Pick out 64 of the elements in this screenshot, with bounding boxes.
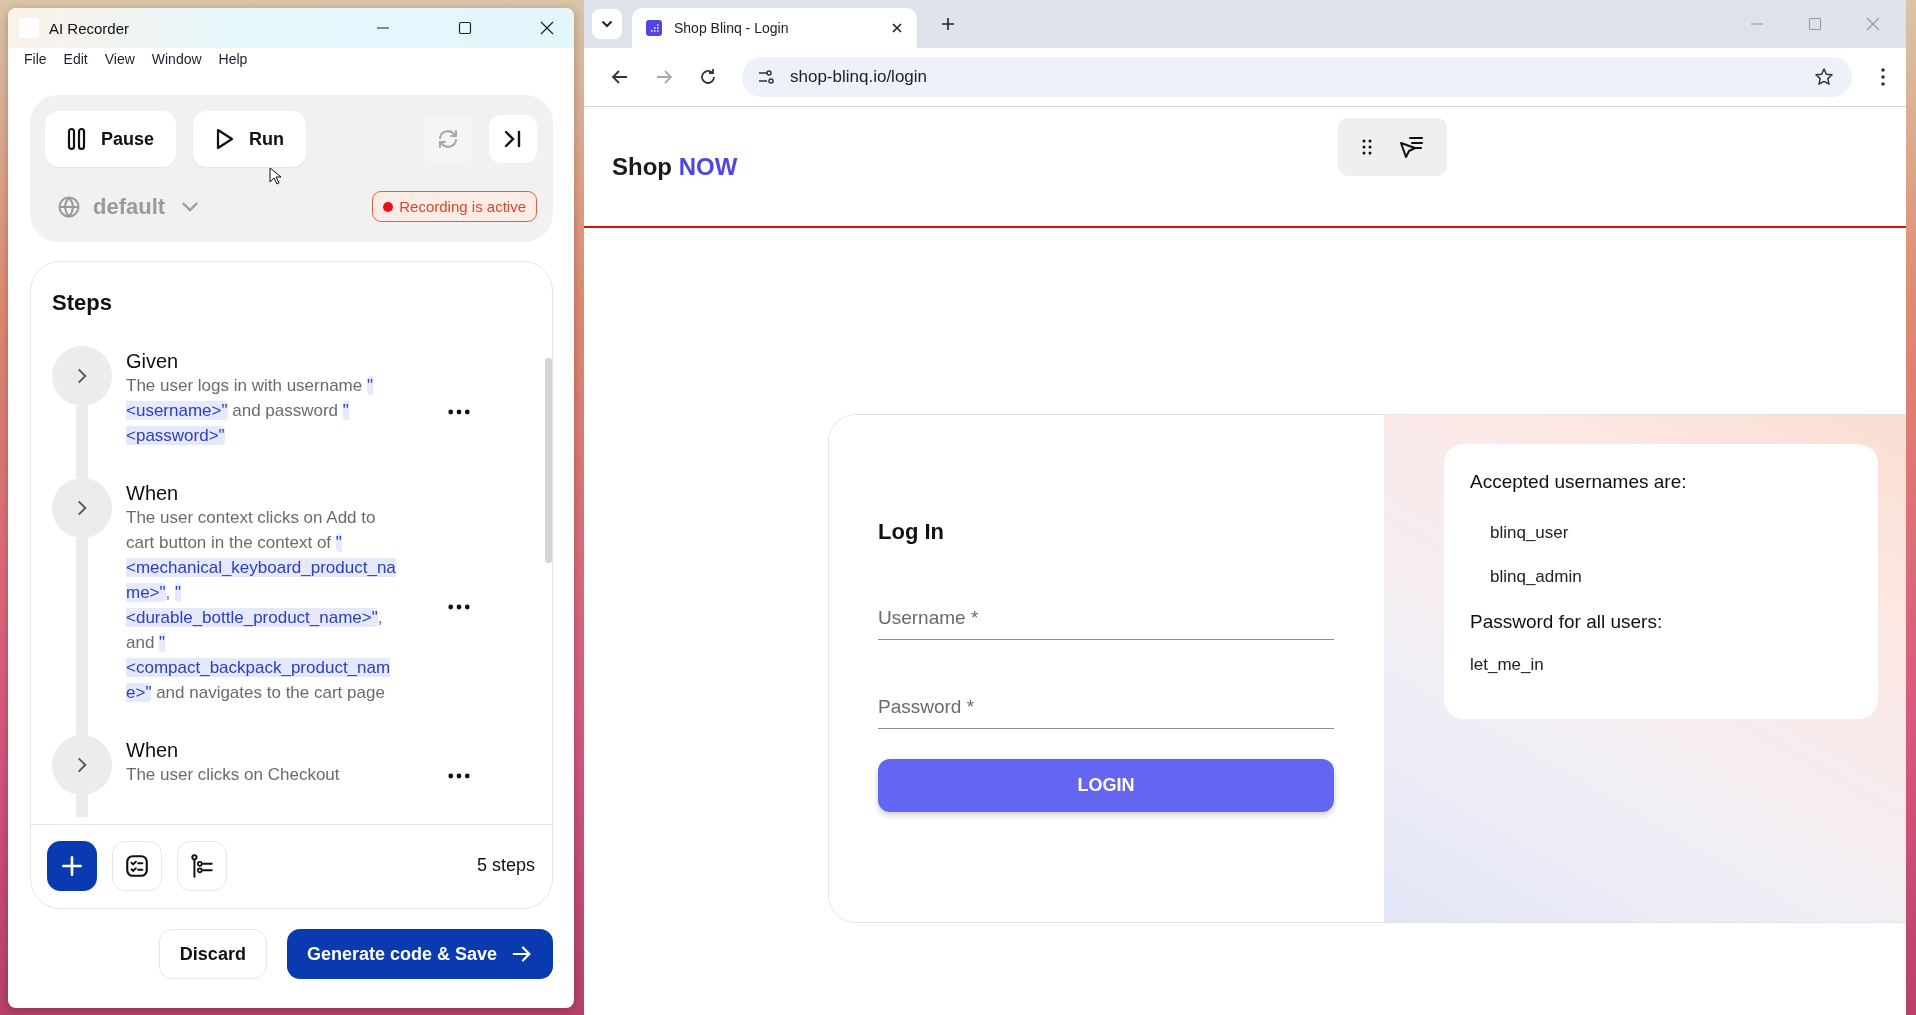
tab-list-button[interactable] bbox=[592, 9, 622, 39]
step-description: The user clicks on Checkout bbox=[126, 764, 341, 786]
chevron-right-icon bbox=[77, 756, 87, 774]
new-tab-icon[interactable] bbox=[941, 17, 955, 31]
menu-item[interactable]: File bbox=[24, 51, 47, 71]
close-icon[interactable] bbox=[891, 22, 903, 34]
globe-icon bbox=[57, 194, 81, 219]
username-text: blinq_admin bbox=[1489, 567, 1583, 587]
window-title: AI Recorder bbox=[49, 19, 130, 37]
menu-item[interactable]: Help bbox=[218, 51, 248, 71]
address-bar[interactable]: shop-blinq.io/login bbox=[742, 57, 1852, 97]
cursor-icon bbox=[269, 167, 281, 185]
step-keyword: Given bbox=[126, 349, 180, 373]
checklist-icon bbox=[124, 852, 150, 879]
list-tree-icon bbox=[189, 852, 215, 879]
menu-item[interactable]: Edit bbox=[63, 51, 88, 71]
step-keyword: When bbox=[126, 481, 180, 505]
pause-button[interactable]: Pause bbox=[45, 111, 177, 167]
bookmark-star-icon[interactable] bbox=[1814, 67, 1834, 87]
close-icon[interactable] bbox=[540, 21, 554, 35]
reload-icon[interactable] bbox=[698, 67, 718, 87]
maximize-icon[interactable] bbox=[458, 21, 472, 35]
password-text: let_me_in bbox=[1470, 655, 1545, 675]
more-icon bbox=[448, 773, 470, 779]
scrollbar[interactable] bbox=[545, 358, 552, 563]
input-field[interactable]: Password * bbox=[878, 696, 1334, 729]
discard-button[interactable]: Discard bbox=[158, 929, 267, 979]
menu-item[interactable]: View bbox=[104, 51, 135, 71]
recording-status: Recording is active bbox=[372, 191, 537, 222]
more-icon bbox=[448, 603, 470, 610]
chevron-right-icon bbox=[77, 499, 87, 517]
browser-tab[interactable]: Shop Blinq - Login bbox=[632, 8, 917, 48]
skip-button[interactable] bbox=[489, 115, 537, 163]
info-heading: Accepted usernames are: bbox=[1470, 471, 1688, 493]
add-step-button[interactable] bbox=[47, 840, 97, 891]
step-description: The user context clicks on Add to cart button in the context of "<mechanical_keyboard_product_name>", "<durable_bottle_product_name>", and "<compact_backpack_product_name>" and navigates to the cart page bbox=[126, 507, 396, 704]
steps-heading: Steps bbox=[51, 289, 113, 317]
site-settings-icon[interactable] bbox=[756, 67, 776, 87]
username-text: blinq_user bbox=[1489, 523, 1570, 543]
step-count: 5 steps bbox=[476, 855, 535, 876]
checklist-button[interactable] bbox=[112, 840, 162, 891]
generate-save-button[interactable]: Generate code & Save bbox=[286, 929, 553, 979]
favicon-icon bbox=[646, 20, 662, 36]
sync-icon bbox=[436, 127, 460, 151]
menu-item[interactable]: Window bbox=[151, 51, 202, 71]
step-description: The user logs in with username "<username>" and password "<password>" bbox=[126, 375, 374, 447]
browser-menu-icon[interactable] bbox=[1880, 67, 1886, 87]
pointer-list-icon[interactable] bbox=[1397, 135, 1424, 159]
run-button[interactable]: Run bbox=[193, 111, 307, 167]
input-field[interactable]: Username * bbox=[878, 607, 1334, 640]
login-heading: Log In bbox=[878, 519, 945, 545]
login-button[interactable]: LOGIN bbox=[878, 759, 1334, 812]
more-icon bbox=[448, 409, 470, 415]
brand-logo[interactable]: Shop NOW bbox=[612, 152, 738, 181]
step-keyword: When bbox=[126, 738, 180, 762]
play-icon bbox=[215, 127, 236, 151]
chevron-down-icon bbox=[601, 20, 613, 28]
outline-button[interactable] bbox=[177, 840, 227, 891]
tab-title: Shop Blinq - Login bbox=[674, 20, 789, 36]
chevron-down-icon bbox=[181, 201, 200, 212]
pause-icon bbox=[67, 127, 87, 151]
drag-handle-icon[interactable] bbox=[1361, 139, 1372, 155]
chevron-right-icon bbox=[77, 367, 87, 385]
info-heading: Password for all users: bbox=[1470, 611, 1664, 633]
